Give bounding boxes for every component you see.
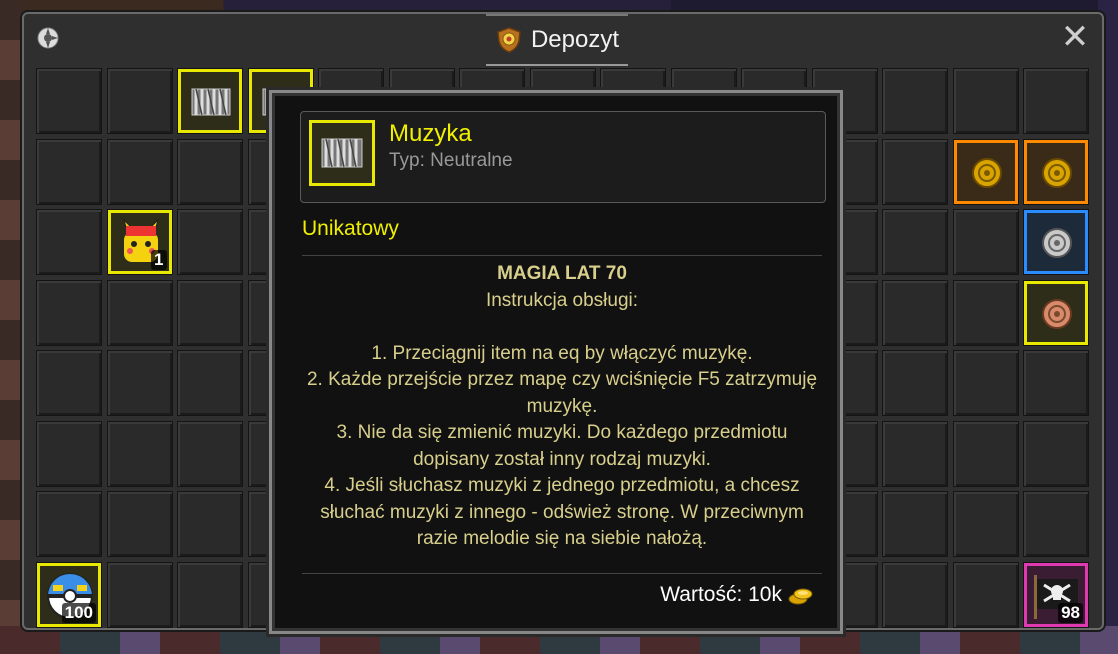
inventory-slot[interactable]: 98 <box>1023 561 1089 628</box>
inventory-slot[interactable] <box>36 420 102 487</box>
inventory-slot[interactable] <box>36 209 102 275</box>
accordion-icon <box>191 88 231 116</box>
inventory-slot[interactable] <box>36 491 102 557</box>
background-scene-left <box>0 0 22 654</box>
tooltip-item-slot <box>309 120 375 186</box>
inventory-slot[interactable] <box>36 138 102 205</box>
tooltip-description: MAGIA LAT 70 Instrukcja obsługi: 1. Prze… <box>302 261 822 553</box>
tooltip-divider-top <box>302 255 822 256</box>
item-gold-coin[interactable] <box>953 139 1018 204</box>
inventory-slot[interactable] <box>882 420 948 487</box>
inventory-slot[interactable] <box>882 561 948 628</box>
inventory-slot[interactable] <box>1023 138 1089 205</box>
inventory-slot[interactable] <box>952 491 1019 557</box>
tooltip-item-rarity: Unikatowy <box>302 217 399 240</box>
inventory-slot[interactable] <box>106 279 173 346</box>
inventory-slot[interactable] <box>177 420 243 487</box>
inventory-slot[interactable] <box>952 209 1019 275</box>
inventory-slot[interactable] <box>177 138 243 205</box>
shield-icon <box>497 27 521 53</box>
item-pikachu[interactable]: 1 <box>107 210 172 274</box>
inventory-slot[interactable] <box>1023 491 1089 557</box>
inventory-slot[interactable] <box>36 68 102 134</box>
inventory-slot[interactable] <box>177 491 243 557</box>
item-tooltip: Muzyka Typ: Neutralne Unikatowy MAGIA LA… <box>269 90 843 634</box>
inventory-slot[interactable] <box>1023 68 1089 134</box>
gold-coin-icon <box>1042 157 1072 188</box>
gold-coin-icon <box>971 157 1002 188</box>
item-count: 98 <box>1058 602 1083 623</box>
tooltip-header: Muzyka Typ: Neutralne <box>300 111 826 203</box>
inventory-slot[interactable] <box>106 420 173 487</box>
inventory-slot[interactable] <box>952 561 1019 628</box>
inventory-slot[interactable] <box>177 350 243 416</box>
tooltip-divider-bottom <box>302 573 822 574</box>
inventory-slot[interactable] <box>1023 420 1089 487</box>
inventory-slot[interactable] <box>177 209 243 275</box>
inventory-slot[interactable] <box>177 68 243 134</box>
inventory-slot[interactable] <box>1023 350 1089 416</box>
inventory-slot[interactable] <box>36 279 102 346</box>
deposit-window: Depozyt ✕ 1 100 98 Muzyka Typ: Neutralne U… <box>22 12 1104 634</box>
silver-coin-icon <box>1042 228 1072 258</box>
settings-icon[interactable] <box>36 26 60 50</box>
inventory-slot[interactable] <box>177 561 243 628</box>
inventory-slot[interactable] <box>952 68 1019 134</box>
inventory-slot[interactable] <box>106 491 173 557</box>
window-title: Depozyt <box>530 26 620 53</box>
title-bar[interactable]: Depozyt ✕ <box>24 14 1102 66</box>
inventory-slot[interactable] <box>106 138 173 205</box>
inventory-slot[interactable] <box>882 491 948 557</box>
description-step: 1. Przeciągnij item na eq by włączyć muz… <box>371 342 753 364</box>
inventory-slot[interactable] <box>882 350 948 416</box>
close-button[interactable]: ✕ <box>1060 20 1090 54</box>
inventory-slot[interactable] <box>106 350 173 416</box>
inventory-slot[interactable] <box>882 279 948 346</box>
inventory-slot[interactable] <box>1023 209 1089 275</box>
gold-coins-icon <box>788 588 813 605</box>
window-title-container: Depozyt <box>486 14 628 66</box>
inventory-slot[interactable] <box>106 68 173 134</box>
item-count: 100 <box>61 602 96 623</box>
item-gold-coin[interactable] <box>1024 139 1088 204</box>
item-copper-coin[interactable] <box>1024 280 1088 345</box>
tooltip-item-type: Typ: Neutralne <box>389 150 513 171</box>
item-silver-coin[interactable] <box>1024 210 1088 274</box>
tooltip-item-name: Muzyka <box>389 120 472 147</box>
inventory-slot[interactable] <box>882 68 948 134</box>
description-spacer <box>302 314 822 341</box>
inventory-slot[interactable] <box>952 279 1019 346</box>
description-heading: MAGIA LAT 70 <box>497 263 627 284</box>
description-step: 3. Nie da się zmienić muzyki. Do każdego… <box>336 422 788 470</box>
tooltip-item-value: Wartość: 10k <box>660 583 814 607</box>
inventory-slot[interactable] <box>106 561 173 628</box>
accordion-icon <box>321 138 363 168</box>
description-step: 2. Każde przejście przez mapę czy wciśni… <box>306 369 818 417</box>
item-count: 1 <box>151 250 167 270</box>
item-pokeball[interactable]: 100 <box>37 562 101 627</box>
inventory-slot[interactable] <box>952 350 1019 416</box>
inventory-slot[interactable] <box>952 420 1019 487</box>
inventory-slot[interactable] <box>36 350 102 416</box>
inventory-slot[interactable] <box>882 138 948 205</box>
inventory-slot[interactable] <box>882 209 948 275</box>
inventory-slot[interactable] <box>1023 279 1089 346</box>
item-value-text: Wartość: 10k <box>660 583 782 606</box>
inventory-slot[interactable]: 100 <box>36 561 102 628</box>
item-accordion[interactable] <box>178 69 242 133</box>
item-pirate-flag[interactable]: 98 <box>1024 562 1088 627</box>
inventory-slot[interactable] <box>952 138 1019 205</box>
description-step: 4. Jeśli słuchasz muzyki z jednego przed… <box>320 475 804 549</box>
copper-coin-icon <box>1042 298 1072 329</box>
inventory-slot[interactable] <box>177 279 243 346</box>
inventory-slot[interactable]: 1 <box>106 209 173 275</box>
description-subheading: Instrukcja obsługi: <box>485 289 639 311</box>
